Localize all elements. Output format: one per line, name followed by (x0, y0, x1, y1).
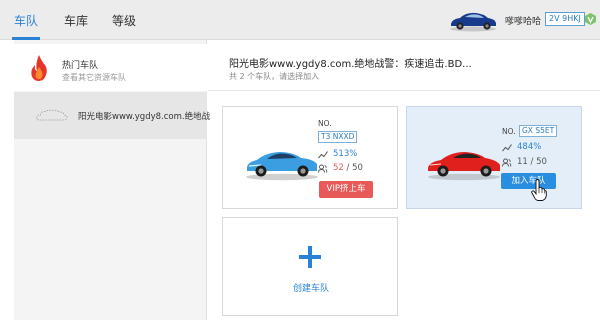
create-team-label: 创建车队 (292, 284, 329, 294)
divider (208, 90, 600, 91)
blue-car-image (246, 152, 318, 181)
join-team-button[interactable]: 加入车队 (501, 173, 556, 189)
hot-teams-title: 热门车队 (62, 61, 99, 71)
trend-icon (318, 151, 328, 159)
team-plate: GX S5ET (519, 125, 558, 137)
member-count: 52 / 50 (333, 163, 363, 173)
red-car-image (428, 152, 500, 181)
no-label: NO. (502, 127, 516, 136)
member-count-separator: / (527, 157, 537, 167)
hot-teams-subtitle: 查看其它资源车队 (62, 73, 126, 82)
page-title: 阳光电影www.ygdy8.com.绝地战警：疾速追击.BD... (229, 59, 472, 70)
fire-icon (31, 55, 47, 81)
no-label: NO. (318, 119, 332, 128)
member-count-max: 50 (352, 163, 363, 173)
vip-board-button[interactable]: VIP挤上车 (319, 181, 373, 198)
top-nav-bar: 车队 车库 等级 嗲嗲哈哈 2V 9HKJ (0, 0, 600, 40)
user-plate-badge: 2V 9HKJ (545, 12, 585, 26)
team-percent: 484% (517, 142, 542, 152)
sidebar-item-current-team[interactable]: 阳光电影www.ygdy8.com.绝地战 (14, 92, 211, 139)
current-team-title: 阳光电影www.ygdy8.com.绝地战 (78, 112, 211, 122)
team-percent: 513% (333, 149, 358, 159)
tab-team[interactable]: 车队 (14, 12, 38, 29)
member-count-current: 11 (517, 157, 528, 167)
tab-garage[interactable]: 车库 (64, 12, 88, 29)
member-count-max: 50 (536, 157, 547, 167)
team-card-2[interactable]: NO. GX S5ET 484% 11 / 50 加入车队 (406, 106, 582, 209)
team-plate: T3 NXXD (318, 131, 358, 143)
sidebar: 热门车队 查看其它资源车队 阳光电影www.ygdy8.com.绝地战 (14, 40, 211, 320)
page-subtitle: 共 2 个车队，请选择加入 (229, 72, 320, 81)
member-count-separator: / (343, 163, 353, 173)
vip-badge-icon (585, 13, 596, 25)
tab-level[interactable]: 等级 (112, 12, 136, 29)
user-car-avatar[interactable] (448, 8, 498, 32)
people-icon (502, 158, 512, 167)
sidebar-item-hot-teams[interactable]: 热门车队 查看其它资源车队 (14, 44, 207, 91)
member-count-current: 52 (333, 163, 344, 173)
member-count: 11 / 50 (517, 157, 547, 167)
create-team-card[interactable]: 创建车队 (222, 217, 398, 316)
trend-icon (502, 144, 512, 152)
hand-cursor-icon (531, 179, 547, 201)
cloud-icon (36, 109, 68, 121)
plus-icon (299, 246, 321, 268)
team-card-1[interactable]: NO. T3 NXXD 513% 52 / 50 VIP挤上车 (222, 106, 398, 209)
username[interactable]: 嗲嗲哈哈 (505, 14, 541, 27)
people-icon (318, 164, 328, 173)
